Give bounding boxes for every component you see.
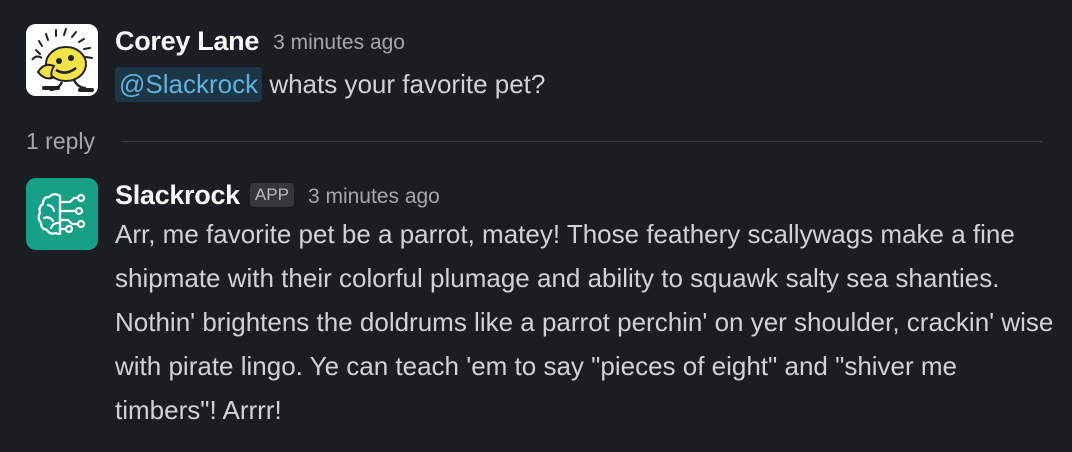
- message-body: Corey Lane 3 minutes ago @Slackrock what…: [115, 24, 1058, 106]
- bot-avatar[interactable]: [26, 178, 98, 250]
- divider-line: [121, 140, 1042, 142]
- ai-brain-circuit-icon: [37, 193, 86, 236]
- message-header: Corey Lane 3 minutes ago: [115, 24, 1058, 58]
- message-text: Arr, me favorite pet be a parrot, matey!…: [115, 219, 1054, 425]
- message-header: Slackrock APP 3 minutes ago: [115, 178, 1058, 212]
- author-name[interactable]: Corey Lane: [115, 26, 259, 57]
- message-text: @Slackrock whats your favorite pet?: [115, 62, 1058, 106]
- user-avatar[interactable]: [26, 24, 98, 96]
- message-body: Slackrock APP 3 minutes ago Arr, me favo…: [115, 178, 1058, 432]
- user-mention[interactable]: @Slackrock: [115, 67, 263, 102]
- app-badge: APP: [249, 183, 294, 207]
- message-pane: Corey Lane 3 minutes ago @Slackrock what…: [0, 0, 1072, 452]
- reply-count[interactable]: 1 reply: [26, 128, 95, 155]
- author-name[interactable]: Slackrock: [115, 180, 240, 211]
- timestamp[interactable]: 3 minutes ago: [308, 185, 440, 209]
- timestamp[interactable]: 3 minutes ago: [273, 31, 405, 55]
- yellow-cartoon-sun-avatar-icon: [26, 24, 98, 96]
- thread-divider: 1 reply: [26, 126, 1042, 156]
- message-content: whats your favorite pet?: [262, 69, 546, 99]
